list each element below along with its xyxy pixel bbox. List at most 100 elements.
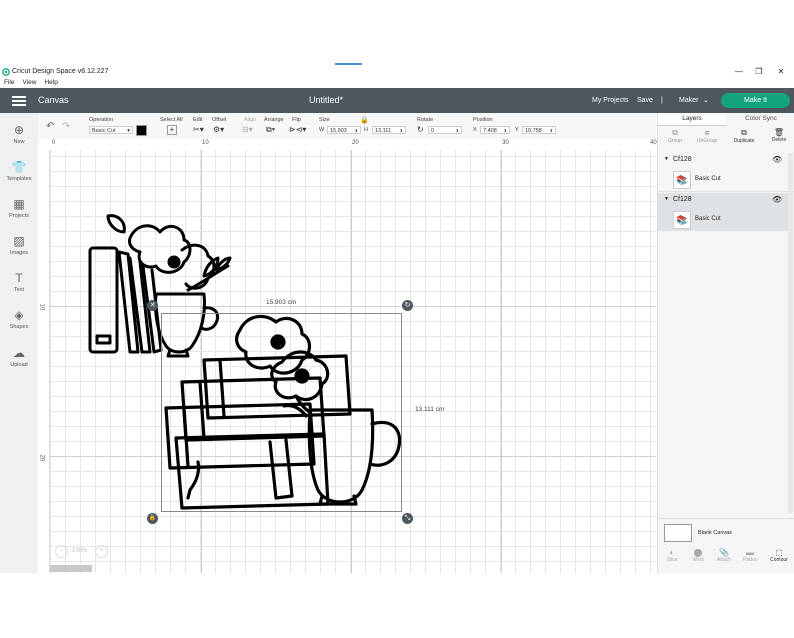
horizontal-scrollbar[interactable] xyxy=(50,565,92,572)
dropdown-arrow-icon: ▾ xyxy=(127,128,130,134)
text-icon: T xyxy=(15,271,23,285)
hamburger-menu-icon[interactable] xyxy=(12,96,26,106)
delete-handle-icon[interactable]: ✕ xyxy=(147,300,158,311)
ungroup-button[interactable]: ⧈ UnGroup xyxy=(694,128,720,144)
rotate-handle-icon[interactable]: ↻ xyxy=(402,300,413,311)
lock-handle-icon[interactable]: 🔒 xyxy=(147,513,158,524)
layer-operation: Basic Cut xyxy=(695,216,721,222)
sidebar-item-text[interactable]: T Text xyxy=(0,271,38,293)
y-label: Y xyxy=(515,127,519,133)
rotate-label: Rotate xyxy=(417,117,434,123)
image-icon: ▨ xyxy=(13,234,25,248)
offset-icon[interactable]: ⚙▾ xyxy=(213,125,224,134)
undo-icon[interactable]: ↶ xyxy=(46,121,54,132)
layer-row[interactable]: ▼ Cf128 👁 📚 Basic Cut xyxy=(658,153,794,192)
layer-name: Cf128 xyxy=(673,156,692,163)
attach-button[interactable]: 📎 Attach xyxy=(712,548,736,563)
collapse-arrow-icon[interactable]: ▼ xyxy=(664,156,669,162)
sidebar-item-label: New xyxy=(13,139,25,145)
redo-icon[interactable]: ↷ xyxy=(62,121,70,132)
select-all-label: Select All xyxy=(160,117,183,123)
lock-icon[interactable]: 🔒 xyxy=(360,116,369,124)
sidebar-item-new[interactable]: ⊕ New xyxy=(0,123,38,145)
panel-scrollbar[interactable] xyxy=(788,153,793,513)
zoom-out-button[interactable]: − xyxy=(55,545,68,558)
make-it-button[interactable]: Make It xyxy=(721,93,790,108)
attach-label: Attach xyxy=(716,557,732,563)
ruler-tick-label: 10 xyxy=(38,303,45,311)
contour-label: Contour xyxy=(770,557,788,563)
close-window-button[interactable]: ✕ xyxy=(774,66,788,78)
loading-indicator xyxy=(335,63,362,65)
design-canvas[interactable]: 15.903 cm 13.111 cm ✕ ↻ 🔒 ⤡ − 100% + xyxy=(50,150,656,573)
color-swatch[interactable] xyxy=(136,125,147,136)
ungroup-label: UnGroup xyxy=(696,138,718,144)
offset-label: Offset xyxy=(212,117,227,123)
layer-thumbnail: 📚 xyxy=(673,211,691,229)
chevron-down-icon[interactable]: ⌄ xyxy=(703,88,709,113)
width-input[interactable]: 15.903 ⬍ xyxy=(327,126,361,134)
select-all-icon[interactable]: + xyxy=(167,125,177,135)
minimize-button[interactable]: — xyxy=(732,66,746,78)
y-value: 10.758 xyxy=(525,128,542,134)
weld-button[interactable]: ⬤ Weld xyxy=(686,548,710,563)
contour-button[interactable]: ⬚ Contour xyxy=(766,548,792,563)
sidebar-item-shapes[interactable]: ◈ Shapes xyxy=(0,308,38,330)
menu-help[interactable]: Help xyxy=(44,79,57,86)
eye-icon[interactable]: 👁 xyxy=(772,155,782,164)
tab-color-sync[interactable]: Color Sync xyxy=(727,113,794,125)
duplicate-button[interactable]: ⧉ Duplicate xyxy=(730,128,758,144)
slice-button[interactable]: ◐ Slice xyxy=(660,548,684,563)
window-title: Cricut Design Space v6.12.227 xyxy=(12,68,109,75)
layer-row-selected[interactable]: ▼ Cf128 👁 📚 Basic Cut xyxy=(658,193,788,231)
ruler-tick-label: 0 xyxy=(52,140,56,146)
stepper-icon: ⬍ xyxy=(503,128,507,133)
sidebar-item-projects[interactable]: ▦ Projects xyxy=(0,197,38,219)
machine-selector[interactable]: Maker xyxy=(679,88,698,113)
save-button[interactable]: Save xyxy=(637,88,653,113)
ruler-tick-label: 40 xyxy=(650,140,657,146)
maximize-button[interactable]: ❐ xyxy=(752,66,766,78)
tab-layers[interactable]: Layers xyxy=(658,113,726,126)
operation-select[interactable]: Basic Cut ▾ xyxy=(89,126,133,134)
x-input[interactable]: 7.408 ⬍ xyxy=(480,126,510,134)
x-label: X xyxy=(473,127,477,133)
y-input[interactable]: 10.758 ⬍ xyxy=(522,126,556,134)
group-icon: ⧉ xyxy=(672,128,678,137)
weld-label: Weld xyxy=(692,557,704,563)
delete-button[interactable]: 🗑 Delete xyxy=(766,128,792,143)
group-button[interactable]: ⧉ Group xyxy=(662,128,688,144)
flip-icon[interactable]: ⊳⊲▾ xyxy=(289,125,306,134)
zoom-control: − 100% + xyxy=(55,545,108,558)
height-dimension-label: 13.111 cm xyxy=(415,406,445,413)
group-label: Group xyxy=(668,138,682,144)
menu-view[interactable]: View xyxy=(22,79,36,86)
menu-file[interactable]: File xyxy=(4,79,14,86)
my-projects-link[interactable]: My Projects xyxy=(592,88,629,113)
resize-handle-icon[interactable]: ⤡ xyxy=(402,513,413,524)
attach-icon: 📎 xyxy=(719,548,729,557)
zoom-level: 100% xyxy=(72,548,88,554)
contour-icon: ⬚ xyxy=(775,548,783,557)
duplicate-icon: ⧉ xyxy=(741,128,747,137)
blank-canvas-swatch[interactable] xyxy=(664,524,692,542)
sidebar-item-templates[interactable]: 👕 Templates xyxy=(0,160,38,182)
scissors-icon[interactable]: ✂▾ xyxy=(193,125,204,134)
rotate-input[interactable]: 0 ⬍ xyxy=(428,126,462,134)
zoom-in-button[interactable]: + xyxy=(95,545,108,558)
flatten-button[interactable]: ▬ Flatten xyxy=(738,548,762,563)
sidebar-item-upload[interactable]: ☁ Upload xyxy=(0,346,38,368)
align-icon[interactable]: ⊟▾ xyxy=(242,125,253,134)
x-value: 7.408 xyxy=(483,128,497,134)
arrange-icon[interactable]: ⧉▾ xyxy=(266,125,275,135)
collapse-arrow-icon[interactable]: ▼ xyxy=(664,196,669,202)
rotate-icon: ↻ xyxy=(417,125,424,134)
height-input[interactable]: 13.111 ⬍ xyxy=(372,126,406,134)
width-value: 15.903 xyxy=(330,128,347,134)
sidebar-item-images[interactable]: ▨ Images xyxy=(0,234,38,256)
blank-canvas-row[interactable]: Blank Canvas xyxy=(658,518,794,545)
eye-icon[interactable]: 👁 xyxy=(772,195,782,204)
edit-toolbar: ↶ ↷ Operation Basic Cut ▾ Select All + Ed… xyxy=(38,113,656,140)
sidebar-item-label: Projects xyxy=(9,213,29,219)
combine-actions: ◐ Slice ⬤ Weld 📎 Attach ▬ Flatten ⬚ Contour xyxy=(658,547,794,571)
